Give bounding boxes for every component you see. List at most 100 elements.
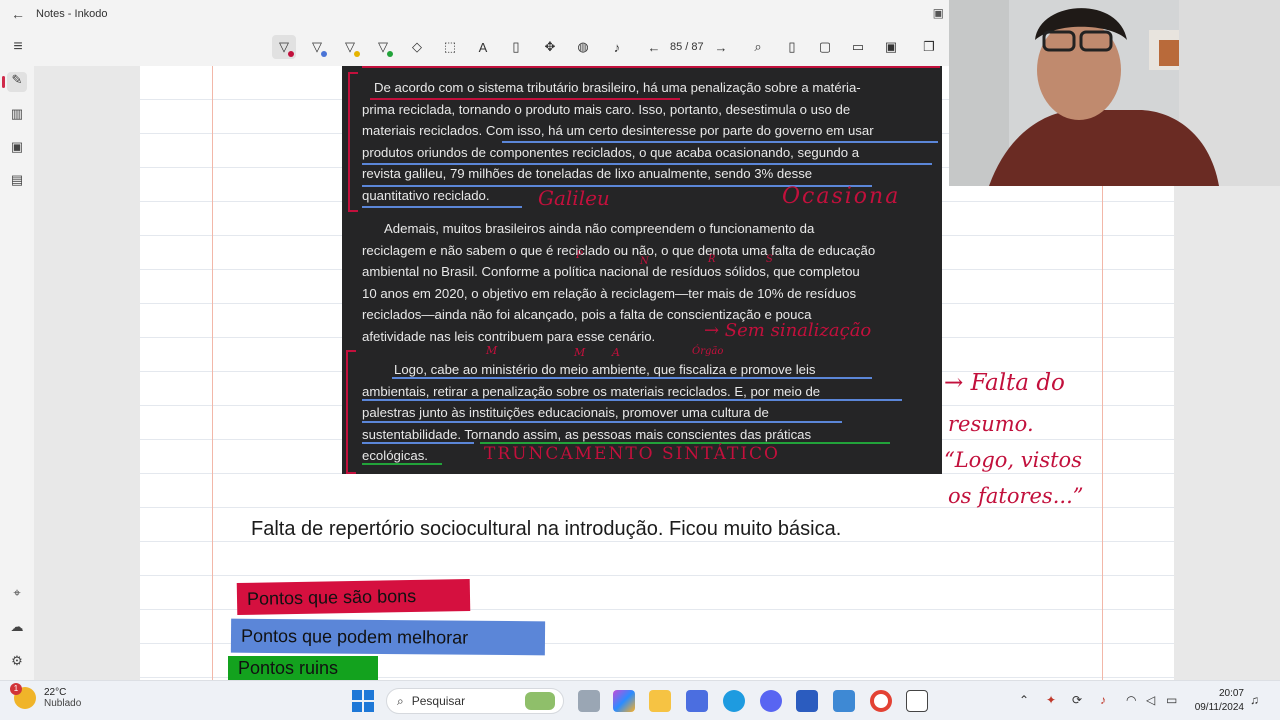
legend-good: Pontos que são bons: [236, 578, 471, 616]
search-icon: ⌕: [397, 693, 404, 708]
search-placeholder: Pesquisar: [411, 694, 466, 708]
page-indicator: 85 / 87: [670, 41, 704, 53]
text-icon[interactable]: A: [471, 35, 495, 59]
search-highlight-icon: [525, 692, 555, 710]
window-title: Notes - Inkodo: [36, 8, 108, 20]
handwritten-line: → Falta do: [944, 370, 1065, 396]
red-underline: [370, 98, 680, 100]
essay-image[interactable]: De acordo com o sistema tributário brasi…: [342, 66, 942, 474]
microphone-tray-icon[interactable]: ♪: [1100, 693, 1106, 707]
handwritten-ocasiona: Ocasiona: [782, 184, 901, 209]
handwritten-mark: A: [612, 346, 620, 359]
blue-underline: [362, 421, 842, 423]
legend-improve-label: Pontos que podem melhorar: [240, 625, 469, 648]
handwritten-galileu: Galileu: [538, 186, 610, 210]
webcam-overlay: [949, 0, 1280, 186]
clock[interactable]: 20:07 09/11/2024: [1195, 687, 1244, 715]
clock-time: 20:07: [1218, 688, 1244, 699]
blue-underline: [362, 442, 474, 444]
settings-icon[interactable]: ⚙: [7, 653, 27, 673]
typed-comment[interactable]: Falta de repertório sociocultural na int…: [251, 518, 841, 541]
palette-icon[interactable]: ◍: [571, 35, 595, 59]
essay-line: produtos oriundos de componentes recicla…: [362, 144, 860, 160]
cloud-icon[interactable]: ☁: [7, 619, 27, 639]
legend-bad-label: Pontos ruins: [238, 657, 339, 678]
word-icon[interactable]: [796, 690, 818, 712]
copilot-icon[interactable]: [613, 690, 635, 712]
handwritten-line: os fatores...”: [948, 484, 1084, 508]
red-bracket: [348, 72, 358, 212]
library-icon[interactable]: ▥: [7, 106, 27, 126]
pen-yellow-icon[interactable]: ▽: [338, 35, 362, 59]
discord-icon[interactable]: [760, 690, 782, 712]
handwritten-mark: M: [486, 344, 498, 357]
essay-line: materiais reciclados. Com isso, há um ce…: [362, 123, 874, 139]
menu-icon[interactable]: ≡: [8, 38, 28, 56]
chevron-up-icon[interactable]: ⌃: [1019, 693, 1029, 707]
handwritten-mark: M: [574, 346, 586, 359]
sync-icon[interactable]: ⟳: [1072, 693, 1082, 707]
essay-line: prima reciclada, tornando o produto mais…: [362, 101, 851, 117]
windows-start-icon[interactable]: [352, 690, 374, 712]
essay-line: revista galileu, 79 milhões de toneladas…: [362, 166, 813, 182]
back-arrow-icon[interactable]: ←: [0, 6, 36, 22]
pen-red-icon[interactable]: ▽: [272, 35, 296, 59]
copy-icon[interactable]: ❐: [917, 35, 941, 59]
blue-underline: [392, 377, 872, 379]
save-icon[interactable]: ▣: [879, 35, 903, 59]
notifications-icon[interactable]: ♫: [1250, 693, 1259, 707]
app-tray-icon[interactable]: ✦: [1046, 693, 1056, 707]
handwritten-line: “Logo, vistos: [944, 448, 1082, 472]
handwritten-mark: N: [640, 256, 649, 267]
photos-icon[interactable]: [833, 690, 855, 712]
pin-icon[interactable]: ⌖: [7, 585, 27, 605]
prev-page-icon[interactable]: ←: [642, 35, 666, 59]
weather-temp: 22°C: [44, 687, 67, 698]
inkodo-icon[interactable]: [906, 690, 928, 712]
taskbar: 1 22°C Nublado ⌕ Pesquisar ⌃ ✦ ⟳ ♪ ◠ ◁ ▭…: [0, 680, 1280, 720]
sidebar: ✎ ▥ ▣ ▤ ⌖ ☁ ⚙: [0, 66, 34, 680]
weather-icon: 1: [10, 683, 36, 709]
essay-line: Ademais, muitos brasileiros ainda não co…: [384, 221, 815, 236]
file-explorer-icon[interactable]: [649, 690, 671, 712]
taskbar-search[interactable]: ⌕ Pesquisar: [386, 688, 564, 714]
next-page-icon[interactable]: →: [709, 35, 733, 59]
legend-bad: Pontos ruins: [228, 656, 378, 680]
weather-widget[interactable]: 1 22°C Nublado: [10, 683, 82, 709]
screenshot-icon[interactable]: ▣: [933, 6, 944, 20]
legend-good-label: Pontos que são bons: [246, 585, 417, 609]
left-margin-line: [212, 66, 213, 680]
open-folder-icon[interactable]: ▭: [846, 35, 870, 59]
volume-icon[interactable]: ◁: [1146, 693, 1155, 707]
pen-tool-icon[interactable]: ✎: [2, 72, 27, 92]
store-icon[interactable]: [686, 690, 708, 712]
eraser-icon[interactable]: ◇: [405, 35, 429, 59]
pen-green-icon[interactable]: ▽: [371, 35, 395, 59]
legend-improve: Pontos que podem melhorar: [230, 618, 546, 656]
widgets-icon[interactable]: [578, 690, 600, 712]
essay-line: reciclagem e não sabem o que é reciclado…: [362, 242, 876, 258]
clipboard-icon[interactable]: ▤: [7, 172, 27, 192]
lasso-select-icon[interactable]: ⬚: [438, 35, 462, 59]
pen-blue-icon[interactable]: ▽: [305, 35, 329, 59]
ruler-icon[interactable]: ▯: [504, 35, 528, 59]
blue-underline: [502, 141, 938, 143]
handwritten-line: resumo.: [948, 412, 1034, 436]
microphone-icon[interactable]: ♪: [605, 35, 629, 59]
handwritten-mark: S: [766, 254, 773, 265]
essay-line: De acordo com o sistema tributário brasi…: [374, 80, 861, 95]
red-bracket: [346, 350, 356, 474]
edge-icon[interactable]: [723, 690, 745, 712]
fit-page-icon[interactable]: ▯: [780, 35, 804, 59]
battery-icon[interactable]: ▭: [1166, 693, 1177, 707]
webcam-person-image: [949, 0, 1280, 186]
handwritten-truncamento: TRUNCAMENTO SINTÁTICO: [484, 444, 780, 464]
handwritten-orgao: Órgão: [692, 346, 724, 357]
chrome-icon[interactable]: [870, 690, 892, 712]
slides-icon[interactable]: ▣: [7, 139, 27, 159]
pan-icon[interactable]: ✥: [538, 35, 562, 59]
weather-desc: Nublado: [44, 698, 82, 709]
wifi-icon[interactable]: ◠: [1126, 693, 1136, 707]
zoom-icon[interactable]: ⌕: [746, 35, 770, 59]
new-page-icon[interactable]: ▢: [813, 35, 837, 59]
